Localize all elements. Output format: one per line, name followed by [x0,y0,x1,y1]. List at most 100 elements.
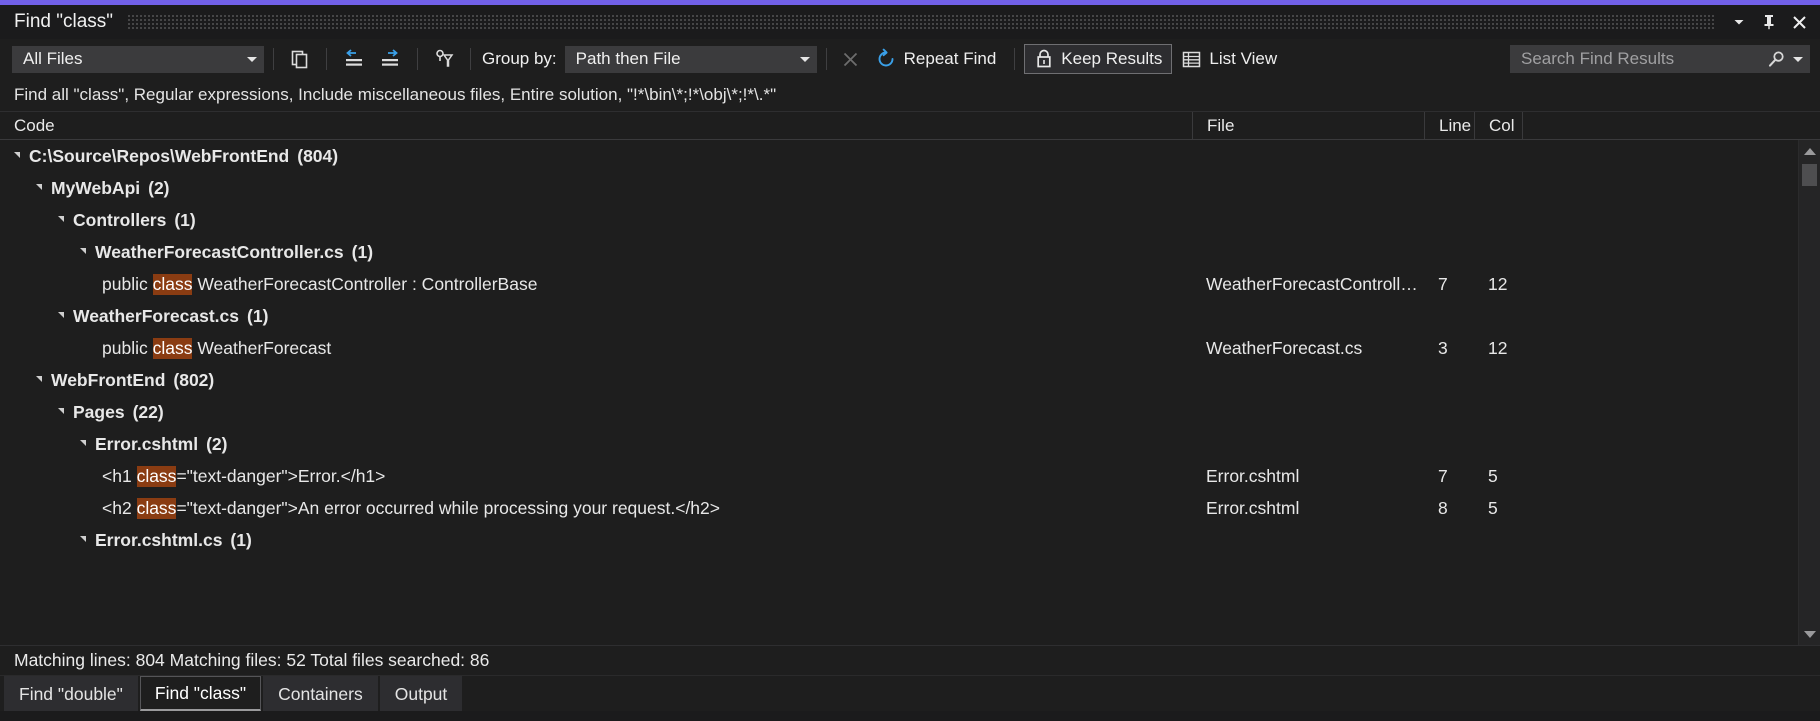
cell-file: Error.cshtml [1192,498,1424,519]
cell-line: 3 [1424,338,1474,359]
scope-combobox[interactable]: All Files [12,46,264,73]
result-row[interactable]: <h1 class="text-danger">Error.</h1>Error… [0,460,1798,492]
filter-key-icon [433,48,455,70]
cell-code: WeatherForecastController.cs(1) [0,242,1192,263]
expand-collapse-triangle-icon[interactable] [36,184,42,190]
list-view-button[interactable]: List View [1172,44,1286,74]
tree-node-count: (2) [206,434,227,455]
group-by-combobox[interactable]: Path then File [565,46,817,73]
cell-col: 5 [1474,466,1522,487]
scroll-down-button[interactable] [1799,623,1820,645]
expand-collapse-triangle-icon[interactable] [80,440,86,446]
tab-label: Find "class" [155,683,246,704]
cell-code: WeatherForecast.cs(1) [0,306,1192,327]
stop-search-button[interactable] [836,44,866,74]
tree-node-count: (802) [173,370,214,391]
tool-window-tab[interactable]: Find "double" [4,676,138,711]
scrollbar-track[interactable] [1799,162,1820,623]
cell-col: 5 [1474,498,1522,519]
chevron-down-icon[interactable] [1793,57,1803,62]
refresh-icon [875,48,897,70]
cell-file: WeatherForecastControlle... [1192,274,1424,295]
match-text: <h1 class="text-danger">Error.</h1> [102,466,385,487]
tree-node-row[interactable]: Pages(22) [0,396,1798,428]
tool-window-tab[interactable]: Find "class" [140,676,261,711]
cell-code: WebFrontEnd(802) [0,370,1192,391]
tree-node-row[interactable]: WeatherForecastController.cs(1) [0,236,1798,268]
tree-node-count: (1) [174,210,195,231]
next-location-button[interactable] [372,44,408,74]
repeat-find-button[interactable]: Repeat Find [866,44,1006,74]
result-row[interactable]: public class WeatherForecastController :… [0,268,1798,300]
keep-results-label: Keep Results [1061,49,1162,69]
repeat-find-label: Repeat Find [904,49,997,69]
toolbar-separator [826,48,827,70]
tree-node-label: MyWebApi [51,178,140,199]
tree-node-row[interactable]: Controllers (1) [0,204,1798,236]
vertical-scrollbar[interactable] [1798,140,1820,645]
tree-node-row[interactable]: WebFrontEnd(802) [0,364,1798,396]
expand-collapse-triangle-icon[interactable] [58,216,64,222]
column-header-line[interactable]: Line [1424,112,1474,139]
tree-node-count: (804) [297,146,338,167]
tree-node-row[interactable]: WeatherForecast.cs(1) [0,300,1798,332]
search-find-results-box[interactable]: Search Find Results [1510,45,1810,73]
expand-collapse-triangle-icon[interactable] [36,376,42,382]
match-text: <h2 class="text-danger">An error occurre… [102,498,720,519]
cell-code: public class WeatherForecast [0,338,1192,359]
window-close-button[interactable] [1784,7,1814,37]
lock-icon [1034,48,1054,70]
tree-node-label: WeatherForecastController.cs [95,242,344,263]
triangle-down-icon [1804,631,1816,638]
filter-button[interactable] [427,44,461,74]
previous-location-button[interactable] [336,44,372,74]
cell-file: WeatherForecast.cs [1192,338,1424,359]
tree-node-label: Error.cshtml [95,434,198,455]
expand-collapse-triangle-icon[interactable] [58,312,64,318]
grid-header-row: Code File Line Col [0,112,1820,140]
window-dropdown-button[interactable] [1724,7,1754,37]
cell-code: Controllers (1) [0,210,1192,231]
expand-collapse-triangle-icon[interactable] [80,248,86,254]
tree-node-label: WeatherForecast.cs [73,306,239,327]
column-header-code[interactable]: Code [0,112,1192,139]
scroll-up-button[interactable] [1799,140,1820,162]
expand-collapse-triangle-icon[interactable] [58,408,64,414]
tree-node-row[interactable]: C:\Source\Repos\WebFrontEnd(804) [0,140,1798,172]
tree-node-row[interactable]: Error.cshtml (2) [0,428,1798,460]
copy-button[interactable] [283,44,317,74]
find-results-tool-window: Find "class" All Files [0,0,1820,721]
column-header-file[interactable]: File [1192,112,1424,139]
keep-results-button[interactable]: Keep Results [1024,44,1172,74]
cell-code: MyWebApi(2) [0,178,1192,199]
toolbar-separator [273,48,274,70]
search-input-placeholder: Search Find Results [1521,49,1767,69]
tree-node-row[interactable]: Error.cshtml.cs(1) [0,524,1798,556]
cell-code: <h2 class="text-danger">An error occurre… [0,498,1192,519]
result-row[interactable]: public class WeatherForecastWeatherForec… [0,332,1798,364]
cell-code: Pages(22) [0,402,1192,423]
chevron-down-icon [247,57,257,62]
tree-node-row[interactable]: MyWebApi(2) [0,172,1798,204]
result-rows: C:\Source\Repos\WebFrontEnd(804) MyWebApi… [0,140,1798,645]
window-drag-handle[interactable] [127,15,1714,29]
cell-code: <h1 class="text-danger">Error.</h1> [0,466,1192,487]
toolbar-separator [326,48,327,70]
tab-label: Output [395,684,448,705]
window-pin-button[interactable] [1754,7,1784,37]
expand-collapse-triangle-icon[interactable] [80,536,86,542]
column-header-col[interactable]: Col [1474,112,1522,139]
toolbar-separator [1014,48,1015,70]
tool-window-tab[interactable]: Output [380,676,463,711]
scrollbar-thumb[interactable] [1802,164,1817,186]
tree-node-label: Controllers [73,210,166,231]
match-highlight: class [153,274,193,295]
search-icon[interactable] [1767,50,1786,69]
cell-code: Error.cshtml (2) [0,434,1192,455]
tool-window-tabstrip: Find "double" Find "class" Containers Outpu… [0,675,1820,711]
cell-col: 12 [1474,338,1522,359]
tool-window-tab[interactable]: Containers [263,676,378,711]
result-row[interactable]: <h2 class="text-danger">An error occurre… [0,492,1798,524]
cell-code: C:\Source\Repos\WebFrontEnd(804) [0,146,1192,167]
expand-collapse-triangle-icon[interactable] [14,152,20,158]
